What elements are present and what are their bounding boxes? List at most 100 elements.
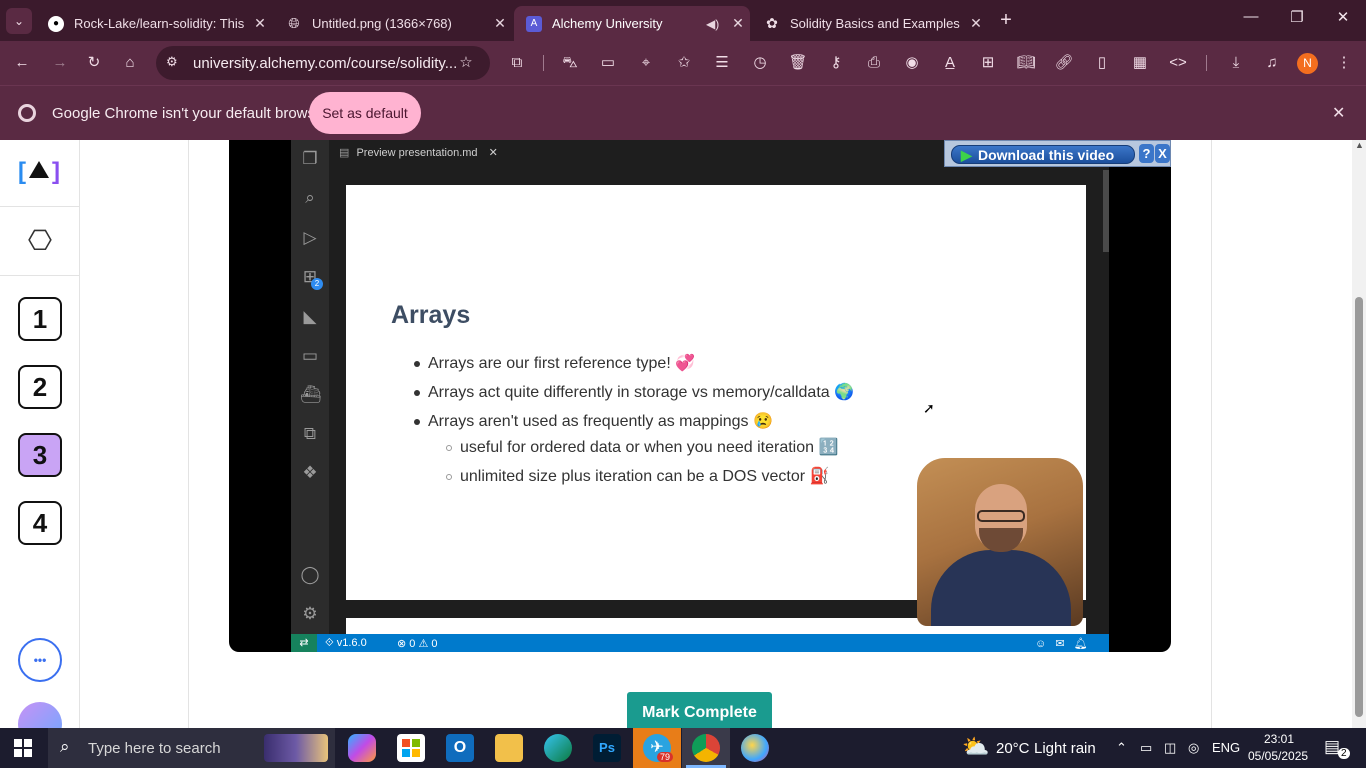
presenter-glasses xyxy=(977,510,1025,522)
step-3-button[interactable]: 3 xyxy=(18,433,62,477)
tray-overflow-icon[interactable]: ⌃ xyxy=(1116,740,1127,756)
trash-icon[interactable]: 🗑︎ xyxy=(788,53,808,73)
alchemy-logo-icon[interactable]: [ ] xyxy=(18,158,62,186)
infobar-close-icon[interactable]: ✕ xyxy=(1332,103,1345,123)
close-tab-icon[interactable]: ✕ xyxy=(726,15,750,32)
webcam-icon[interactable]: ◎ xyxy=(1188,740,1199,756)
preview-icon: ▤ xyxy=(339,147,350,159)
windows-start-icon[interactable] xyxy=(14,739,32,757)
editor-tab-close-icon: ✕ xyxy=(488,147,498,159)
download-video-label: Download this video xyxy=(978,146,1115,163)
copilot-icon[interactable] xyxy=(348,734,376,762)
star-outline-icon[interactable]: ✩ xyxy=(674,53,694,73)
user-avatar[interactable] xyxy=(18,702,62,728)
step-4-button[interactable]: 4 xyxy=(18,501,62,545)
url-text[interactable]: university.alchemy.com/course/solidity..… xyxy=(193,55,457,72)
minimize-icon[interactable]: — xyxy=(1228,8,1274,25)
clock-time[interactable]: 23:01 xyxy=(1264,732,1294,746)
forward-arrow-icon[interactable]: → xyxy=(50,53,70,73)
source-graph-icon: ⧉ xyxy=(303,424,317,443)
table-icon[interactable]: ▦ xyxy=(1130,53,1150,73)
screenshot-icon[interactable]: ◉ xyxy=(902,53,922,73)
car-icon[interactable]: ⛍ xyxy=(560,53,580,73)
language-indicator[interactable]: ENG xyxy=(1212,740,1240,755)
download-video-button[interactable]: ▶ Download this video xyxy=(951,145,1135,164)
key-icon[interactable]: ⚷ xyxy=(826,53,846,73)
outlook-icon[interactable]: O xyxy=(446,734,474,762)
restore-icon[interactable]: ❐ xyxy=(1274,8,1320,26)
clock-date[interactable]: 05/05/2025 xyxy=(1248,749,1308,763)
taskbar-search-box[interactable]: ⌕ Type here to search xyxy=(48,728,335,768)
tab-solidity-basics[interactable]: ✿ Solidity Basics and Examples ✕ xyxy=(752,6,988,41)
code-icon[interactable]: <> xyxy=(1168,53,1188,73)
download-icon[interactable]: ⤓ xyxy=(1226,53,1246,73)
presenter-shirt xyxy=(931,550,1071,626)
weather-description[interactable]: Light rain xyxy=(1034,740,1096,757)
profile-avatar[interactable]: N xyxy=(1297,53,1318,74)
file-explorer-icon[interactable] xyxy=(495,734,523,762)
location-pin-icon[interactable]: ⌖ xyxy=(636,53,656,73)
address-bar[interactable]: ⚙ university.alchemy.com/course/solidity… xyxy=(156,46,490,80)
edge-icon[interactable] xyxy=(544,734,572,762)
reading-mode-icon[interactable]: 📖︎ xyxy=(1016,53,1036,73)
close-tab-icon[interactable]: ✕ xyxy=(964,15,988,32)
step-2-button[interactable]: 2 xyxy=(18,365,62,409)
terraform-icon: ◣ xyxy=(303,307,317,326)
chrome-logo-icon xyxy=(18,104,36,122)
extensions-icon[interactable]: ⧉ xyxy=(507,53,527,73)
tab-github[interactable]: ● Rock-Lake/learn-solidity: This is ✕ xyxy=(36,6,272,41)
menu-kebab-icon[interactable]: ⋮ xyxy=(1334,53,1354,73)
set-as-default-button[interactable]: Set as default xyxy=(309,92,421,134)
weather-temp[interactable]: 20°C xyxy=(996,740,1030,757)
close-tab-icon[interactable]: ✕ xyxy=(488,15,512,32)
windows-taskbar: ⌕ Type here to search O Ps ✈ 79 ⛅ 20°C L… xyxy=(0,728,1366,768)
help-button[interactable]: ? xyxy=(1139,144,1154,163)
chrome-icon[interactable] xyxy=(692,734,720,762)
reload-icon[interactable]: ↻ xyxy=(84,53,104,73)
overlay-close-button[interactable]: X xyxy=(1155,144,1170,163)
step-1-button[interactable]: 1 xyxy=(18,297,62,341)
page-scrollbar[interactable]: ▲ xyxy=(1352,140,1366,728)
window-close-icon[interactable]: ✕ xyxy=(1320,8,1366,26)
presenter-beard xyxy=(979,528,1023,552)
print-icon[interactable]: ⎙ xyxy=(864,53,884,73)
weather-icon[interactable]: ⛅ xyxy=(962,734,989,760)
new-tab-button[interactable]: + xyxy=(994,9,1018,33)
close-tab-icon[interactable]: ✕ xyxy=(248,15,272,32)
chapter-hexagon-icon[interactable]: ⎔ xyxy=(26,224,54,258)
figma-icon: ❖ xyxy=(302,463,318,482)
photoshop-icon[interactable]: Ps xyxy=(593,734,621,762)
slide-bullet: Arrays are our first reference type! 💞 xyxy=(414,353,695,373)
microsoft-store-icon[interactable] xyxy=(397,734,425,762)
speaker-icon[interactable]: ◀) xyxy=(706,17,726,31)
media-control-icon[interactable]: ♫ xyxy=(1262,53,1282,73)
site-settings-icon[interactable]: ⚙ xyxy=(166,54,178,70)
back-arrow-icon[interactable]: ← xyxy=(12,53,32,73)
paint-icon[interactable] xyxy=(741,734,769,762)
mark-complete-button[interactable]: Mark Complete xyxy=(627,692,772,728)
settings-gear-icon: ⚙ xyxy=(302,604,318,623)
tab-search-button[interactable]: ⌄ xyxy=(6,8,32,34)
scrollbar-thumb[interactable] xyxy=(1355,297,1363,717)
tab-title: Untitled.png (1366×768) xyxy=(312,16,452,31)
tab-alchemy-university[interactable]: A Alchemy University ◀) ✕ xyxy=(514,6,750,41)
network-icon[interactable]: ◫ xyxy=(1164,740,1176,756)
bookmark-star-icon[interactable]: ☆ xyxy=(456,53,476,73)
card-icon[interactable]: ▭ xyxy=(598,53,618,73)
scroll-up-icon[interactable]: ▲ xyxy=(1355,140,1364,150)
link-icon[interactable]: 🔗︎ xyxy=(1054,53,1074,73)
lesson-video-player[interactable]: ❐ ⌕ ▷ ⊞ 2 ◣ ▭ ⛴ ⧉ ❖ ◯ ⚙ ▤ Preview presen… xyxy=(229,140,1171,652)
files-icon: ❐ xyxy=(302,149,318,168)
tab-untitled-png[interactable]: 🌐︎ Untitled.png (1366×768) ✕ xyxy=(274,6,512,41)
toolbar-divider xyxy=(543,55,544,71)
reading-list-icon[interactable]: ☰ xyxy=(712,53,732,73)
translate-icon[interactable]: A̲ xyxy=(940,53,960,73)
editor-activity-bar: ❐ ⌕ ▷ ⊞ 2 ◣ ▭ ⛴ ⧉ ❖ ◯ ⚙ xyxy=(291,140,329,634)
devices-icon[interactable]: ▯ xyxy=(1092,53,1112,73)
more-options-button[interactable]: ••• xyxy=(18,638,62,682)
history-icon[interactable]: ◷ xyxy=(750,53,770,73)
battery-icon[interactable]: ▭ xyxy=(1140,740,1152,756)
apps-grid-icon[interactable]: ⊞ xyxy=(978,53,998,73)
home-icon[interactable]: ⌂ xyxy=(120,53,140,73)
docker-icon: ⛴ xyxy=(300,385,322,404)
